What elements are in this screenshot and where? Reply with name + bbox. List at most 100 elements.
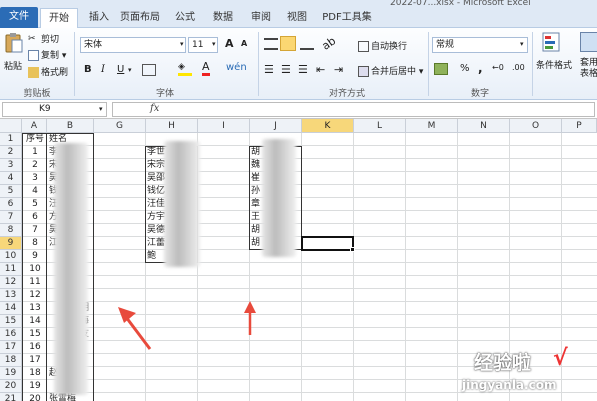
row-header-1[interactable]: 1 bbox=[0, 133, 22, 146]
font-color-icon[interactable]: A bbox=[202, 61, 210, 76]
cell-a20[interactable]: 19 bbox=[24, 380, 46, 393]
increase-decimal-icon[interactable]: ←0 bbox=[492, 63, 504, 72]
grow-font-button[interactable]: A bbox=[225, 37, 234, 50]
wrap-text-button[interactable]: 自动换行 bbox=[358, 39, 407, 52]
merge-center-button[interactable]: 合并后居中 ▾ bbox=[358, 64, 423, 77]
column-header-l[interactable]: L bbox=[354, 119, 406, 133]
align-top-icon[interactable] bbox=[264, 38, 278, 50]
cell-a10[interactable]: 9 bbox=[24, 250, 46, 263]
tab-page-layout[interactable]: 页面布局 bbox=[118, 8, 162, 28]
decrease-decimal-icon[interactable]: .00 bbox=[512, 63, 525, 72]
column-header-o[interactable]: O bbox=[510, 119, 562, 133]
cell-a8[interactable]: 7 bbox=[24, 224, 46, 237]
orientation-icon[interactable]: ab bbox=[320, 34, 339, 53]
paste-button[interactable]: 粘贴 bbox=[4, 59, 22, 72]
row-header-18[interactable]: 18 bbox=[0, 354, 22, 367]
number-format-select[interactable]: 常规 bbox=[432, 37, 528, 53]
tab-file[interactable]: 文件 bbox=[0, 7, 38, 28]
currency-icon[interactable] bbox=[434, 63, 448, 75]
column-header-p[interactable]: P bbox=[562, 119, 597, 133]
cell-a16[interactable]: 15 bbox=[24, 328, 46, 341]
row-header-12[interactable]: 12 bbox=[0, 276, 22, 289]
tab-data[interactable]: 数据 bbox=[208, 8, 238, 28]
format-painter-button[interactable]: 格式刷 bbox=[28, 65, 68, 78]
column-header-k[interactable]: K bbox=[302, 119, 354, 133]
borders-icon[interactable] bbox=[142, 64, 156, 76]
align-left-icon[interactable]: ☰ bbox=[264, 63, 274, 76]
row-header-21[interactable]: 21 bbox=[0, 393, 22, 401]
font-name-select[interactable]: 宋体 bbox=[80, 37, 186, 53]
font-size-dropdown-icon[interactable]: ▾ bbox=[212, 40, 216, 48]
cell-a9[interactable]: 8 bbox=[24, 237, 46, 250]
row-header-5[interactable]: 5 bbox=[0, 185, 22, 198]
column-header-b[interactable]: B bbox=[47, 119, 94, 133]
cell-a1[interactable]: 序号 bbox=[24, 133, 46, 146]
column-header-n[interactable]: N bbox=[458, 119, 510, 133]
tab-pdf-tools[interactable]: PDF工具集 bbox=[320, 8, 374, 28]
cell-a3[interactable]: 2 bbox=[24, 159, 46, 172]
row-header-15[interactable]: 15 bbox=[0, 315, 22, 328]
row-header-20[interactable]: 20 bbox=[0, 380, 22, 393]
font-name-dropdown-icon[interactable]: ▾ bbox=[180, 40, 184, 48]
name-box[interactable]: K9 bbox=[2, 102, 107, 117]
cell-a21[interactable]: 20 bbox=[24, 393, 46, 401]
select-all-corner[interactable] bbox=[0, 119, 22, 133]
tab-view[interactable]: 视图 bbox=[282, 8, 312, 28]
row-header-7[interactable]: 7 bbox=[0, 211, 22, 224]
row-header-9[interactable]: 9 bbox=[0, 237, 22, 250]
active-cell-k9[interactable] bbox=[301, 236, 354, 251]
formula-input[interactable] bbox=[112, 102, 595, 117]
row-header-11[interactable]: 11 bbox=[0, 263, 22, 276]
cell-a13[interactable]: 12 bbox=[24, 289, 46, 302]
underline-dropdown-icon[interactable]: ▾ bbox=[128, 66, 132, 74]
table-format-icon[interactable] bbox=[580, 32, 597, 52]
row-header-17[interactable]: 17 bbox=[0, 341, 22, 354]
fill-handle[interactable] bbox=[350, 247, 355, 252]
row-header-19[interactable]: 19 bbox=[0, 367, 22, 380]
percent-button[interactable]: % bbox=[460, 63, 470, 74]
cell-a7[interactable]: 6 bbox=[24, 211, 46, 224]
fill-color-icon[interactable]: ◈ bbox=[178, 62, 192, 76]
name-box-dropdown-icon[interactable]: ▾ bbox=[99, 105, 103, 113]
cell-a14[interactable]: 13 bbox=[24, 302, 46, 315]
number-format-dropdown-icon[interactable]: ▾ bbox=[520, 40, 524, 48]
column-header-h[interactable]: H bbox=[146, 119, 198, 133]
cell-a17[interactable]: 16 bbox=[24, 341, 46, 354]
table-format-button[interactable]: 套用 表格格式 bbox=[580, 58, 597, 80]
cell-a18[interactable]: 17 bbox=[24, 354, 46, 367]
cell-a11[interactable]: 10 bbox=[24, 263, 46, 276]
tab-insert[interactable]: 插入 bbox=[84, 8, 114, 28]
bold-button[interactable]: B bbox=[84, 64, 92, 75]
column-header-a[interactable]: A bbox=[22, 119, 47, 133]
align-middle-icon[interactable] bbox=[280, 36, 296, 51]
cell-a6[interactable]: 5 bbox=[24, 198, 46, 211]
decrease-indent-icon[interactable]: ⇤ bbox=[316, 63, 325, 76]
underline-button[interactable]: U bbox=[117, 64, 124, 75]
cell-a2[interactable]: 1 bbox=[24, 146, 46, 159]
row-header-3[interactable]: 3 bbox=[0, 159, 22, 172]
row-header-2[interactable]: 2 bbox=[0, 146, 22, 159]
conditional-format-icon[interactable] bbox=[542, 32, 560, 52]
row-header-6[interactable]: 6 bbox=[0, 198, 22, 211]
align-bottom-icon[interactable] bbox=[300, 38, 314, 50]
column-header-j[interactable]: J bbox=[250, 119, 302, 133]
column-header-g[interactable]: G bbox=[94, 119, 146, 133]
tab-review[interactable]: 审阅 bbox=[246, 8, 276, 28]
tab-formulas[interactable]: 公式 bbox=[170, 8, 200, 28]
align-center-icon[interactable]: ☰ bbox=[281, 63, 291, 76]
cell-a5[interactable]: 4 bbox=[24, 185, 46, 198]
row-header-16[interactable]: 16 bbox=[0, 328, 22, 341]
row-header-10[interactable]: 10 bbox=[0, 250, 22, 263]
cell-a12[interactable]: 11 bbox=[24, 276, 46, 289]
row-header-13[interactable]: 13 bbox=[0, 289, 22, 302]
phonetic-icon[interactable]: wén bbox=[226, 62, 247, 73]
column-header-m[interactable]: M bbox=[406, 119, 458, 133]
insert-function-icon[interactable]: fx bbox=[150, 103, 159, 114]
comma-button[interactable]: , bbox=[478, 61, 483, 75]
paste-icon[interactable] bbox=[4, 32, 24, 54]
conditional-format-button[interactable]: 条件格式 bbox=[536, 58, 572, 71]
tab-home[interactable]: 开始 bbox=[40, 8, 78, 29]
copy-button[interactable]: 复制 ▾ bbox=[28, 48, 66, 61]
italic-button[interactable]: I bbox=[101, 64, 105, 75]
cell-a15[interactable]: 14 bbox=[24, 315, 46, 328]
